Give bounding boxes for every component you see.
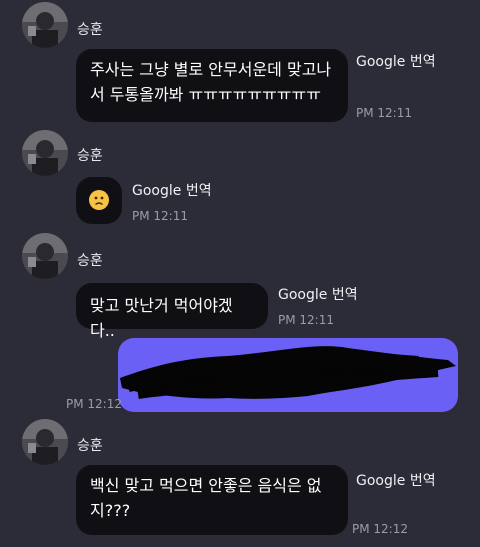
avatar-photo bbox=[22, 419, 68, 465]
message-time: PM 12:11 bbox=[356, 106, 412, 120]
message-time: PM 12:11 bbox=[132, 209, 188, 223]
message-text-line: 맞고 맛난거 먹어야겠다.. bbox=[90, 296, 233, 340]
avatar-photo bbox=[22, 233, 68, 279]
message-text-line: 백신 맞고 먹으면 안좋은 음식은 없 bbox=[90, 476, 322, 495]
redaction-scribble bbox=[120, 346, 456, 399]
google-translate-link[interactable]: Google 번역 bbox=[278, 284, 358, 304]
message-bubble[interactable]: 주사는 그냥 별로 안무서운데 맞고나 서 두통올까봐 ㅠㅠㅠㅠㅠㅠㅠㅠㅠ bbox=[76, 49, 348, 122]
emoji-bubble[interactable] bbox=[76, 177, 122, 224]
google-translate-link[interactable]: Google 번역 bbox=[356, 470, 436, 490]
message-text-line: 서 두통올까봐 ㅠㅠㅠㅠㅠㅠㅠㅠㅠ bbox=[90, 85, 321, 104]
avatar[interactable] bbox=[22, 419, 68, 465]
message-text-line: 지??? bbox=[90, 501, 131, 520]
sender-name: 승훈 bbox=[77, 438, 103, 454]
avatar[interactable] bbox=[22, 233, 68, 279]
message-bubble[interactable]: 맞고 맛난거 먹어야겠다.. bbox=[76, 283, 268, 340]
avatar[interactable] bbox=[22, 2, 68, 48]
avatar-photo bbox=[22, 2, 68, 48]
message-time: PM 12:12 bbox=[352, 522, 408, 536]
avatar[interactable] bbox=[22, 130, 68, 176]
message-time: PM 12:11 bbox=[278, 313, 334, 327]
avatar-photo bbox=[22, 130, 68, 176]
google-translate-link[interactable]: Google 번역 bbox=[356, 51, 436, 71]
message-time: PM 12:12 bbox=[66, 397, 122, 411]
message-bubble[interactable]: 백신 맞고 먹으면 안좋은 음식은 없 지??? bbox=[76, 465, 348, 535]
sender-name: 승훈 bbox=[77, 22, 103, 38]
sender-name: 승훈 bbox=[77, 253, 103, 269]
frowning-face-icon bbox=[89, 190, 109, 210]
google-translate-link[interactable]: Google 번역 bbox=[132, 180, 212, 200]
sent-message-bubble[interactable] bbox=[118, 338, 458, 412]
message-text-line: 주사는 그냥 별로 안무서운데 맞고나 bbox=[90, 60, 332, 79]
sender-name: 승훈 bbox=[77, 148, 103, 164]
